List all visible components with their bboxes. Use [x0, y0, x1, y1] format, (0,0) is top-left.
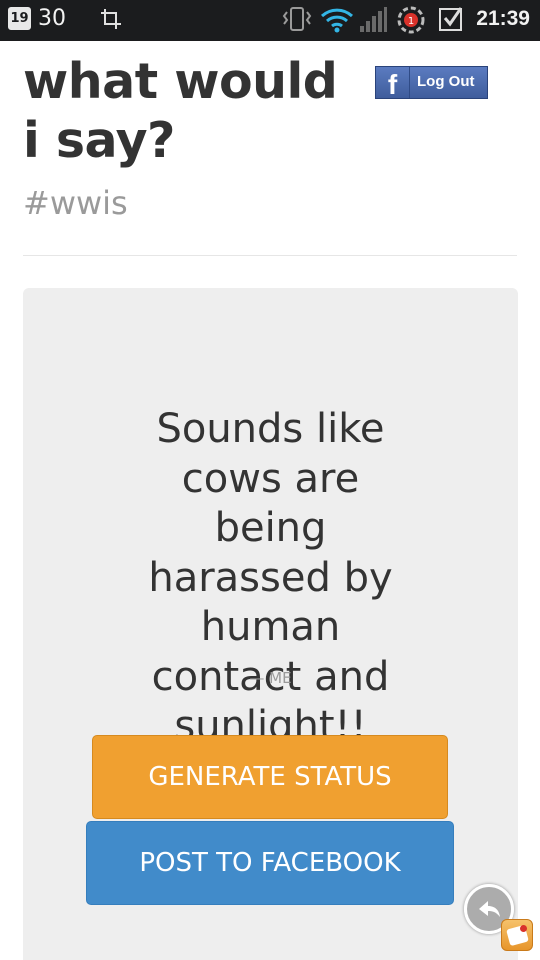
clock: 21:39	[476, 7, 530, 30]
status-bar: 19 30 1 21:39	[0, 0, 540, 38]
vibrate-icon	[282, 6, 312, 36]
wifi-icon	[320, 7, 354, 37]
notification-dot	[520, 925, 527, 932]
floating-app-icon[interactable]	[501, 919, 533, 951]
post-to-facebook-button[interactable]: POST TO FACEBOOK	[86, 821, 454, 905]
svg-text:1: 1	[408, 16, 414, 27]
facebook-icon: f	[376, 67, 410, 100]
temperature-readout: 30	[38, 6, 66, 31]
calendar-icon: 19	[8, 7, 31, 30]
status-bar-shadow	[0, 38, 540, 41]
facebook-logout-button[interactable]: f Log Out	[375, 66, 488, 100]
hashtag-subtitle: #wwis	[23, 184, 128, 222]
quote-attribution: — ME	[249, 669, 292, 687]
generated-status-quote: Sounds like cows are being harassed by h…	[148, 406, 393, 749]
generate-status-button[interactable]: GENERATE STATUS	[92, 735, 448, 819]
screenshot-crop-icon	[100, 8, 122, 34]
logout-label: Log Out	[417, 73, 475, 90]
checkbox-icon	[438, 6, 464, 36]
page-title: what would i say?	[23, 53, 338, 169]
header-divider	[23, 255, 517, 256]
back-arrow-icon	[479, 901, 500, 917]
sync-alert-icon: 1	[396, 5, 426, 39]
signal-icon	[359, 7, 387, 37]
